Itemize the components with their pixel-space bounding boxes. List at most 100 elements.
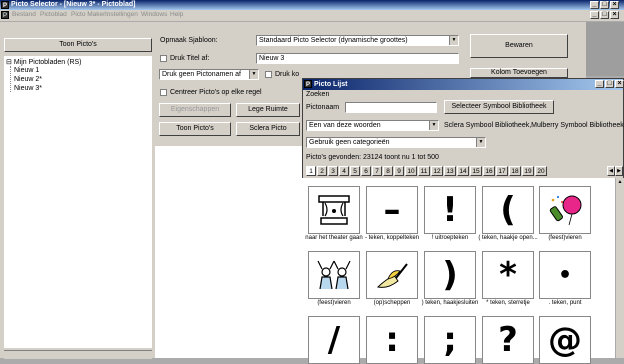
- category-value: Gebruik geen categorieën: [309, 139, 390, 146]
- tab-page-7[interactable]: 7: [372, 166, 382, 176]
- tab-page-2[interactable]: 2: [317, 166, 327, 176]
- menu-instellingen[interactable]: Instellingen: [105, 11, 138, 18]
- tab-page-16[interactable]: 16: [483, 166, 495, 176]
- template-select[interactable]: Standaard Picto Selector (dynamische gro…: [256, 35, 459, 46]
- picto-glyph: ?: [498, 320, 518, 360]
- title-input[interactable]: Nieuw 3: [256, 53, 459, 64]
- picto-image[interactable]: !: [424, 186, 476, 234]
- print-names-value: Druk geen Pictonamen af: [162, 71, 241, 78]
- empty-space-button[interactable]: Lege Ruimte: [236, 103, 300, 117]
- chevron-down-icon: ▼: [476, 138, 485, 147]
- minimize-button[interactable]: _: [590, 1, 599, 9]
- dialog-title-bar: P Picto Lijst _ □ ×: [303, 79, 624, 90]
- picto-caption: (op)scheppen: [373, 300, 411, 306]
- scroll-up-icon[interactable]: ▲: [617, 179, 623, 185]
- tab-page-3[interactable]: 3: [328, 166, 338, 176]
- category-select[interactable]: Gebruik geen categorieën ▼: [306, 137, 486, 148]
- picto-image[interactable]: [366, 251, 418, 299]
- print-more-checkbox[interactable]: [265, 71, 272, 78]
- tab-page-11[interactable]: 11: [418, 166, 430, 176]
- menu-help[interactable]: Help: [170, 11, 183, 18]
- picto-glyph: *: [499, 255, 517, 295]
- tab-page-20[interactable]: 20: [535, 166, 547, 176]
- picto-image[interactable]: ?: [482, 316, 534, 364]
- show-pictos-button-2[interactable]: Toon Picto's: [159, 122, 231, 136]
- picto-name-input[interactable]: [345, 102, 437, 113]
- tab-page-6[interactable]: 6: [361, 166, 371, 176]
- select-library-button[interactable]: Selecteer Symbool Bibliotheek: [444, 100, 554, 114]
- picto-image[interactable]: [308, 186, 360, 234]
- sclera-picto-button[interactable]: Sclera Picto: [236, 122, 300, 136]
- doc-close-button[interactable]: ×: [610, 11, 619, 19]
- dialog-maximize-button[interactable]: □: [605, 80, 614, 88]
- picto-glyph: ;: [443, 320, 457, 360]
- tree-root[interactable]: ⊟ Mijn Pictobladen (RS): [6, 58, 82, 66]
- picto-image[interactable]: [539, 186, 591, 234]
- found-count-text: Picto's gevonden: 23124 toont nu 1 tot 5…: [306, 154, 439, 161]
- template-label: Opmaak Sjabloon:: [160, 37, 218, 44]
- tree-item-nieuw-1[interactable]: Nieuw 1: [14, 67, 39, 74]
- tab-page-14[interactable]: 14: [457, 166, 469, 176]
- tab-page-8[interactable]: 8: [383, 166, 393, 176]
- print-names-select[interactable]: Druk geen Pictonamen af ▼: [159, 69, 259, 80]
- save-button[interactable]: Bewaren: [470, 34, 568, 58]
- theater-icon: [318, 195, 350, 225]
- picto-image[interactable]: (: [482, 186, 534, 234]
- picto-glyph: @: [548, 320, 582, 360]
- close-button[interactable]: ×: [610, 1, 619, 9]
- maximize-button[interactable]: □: [600, 1, 609, 9]
- tab-page-9[interactable]: 9: [394, 166, 404, 176]
- center-checkbox[interactable]: [160, 89, 167, 96]
- show-pictos-button[interactable]: Toon Picto's: [4, 38, 152, 52]
- tree-item-nieuw-2[interactable]: Nieuw 2*: [14, 76, 42, 83]
- tab-page-5[interactable]: 5: [350, 166, 360, 176]
- menu-picto-maker[interactable]: Picto Maker: [71, 11, 105, 18]
- menu-pictoblad[interactable]: Pictoblad: [40, 11, 67, 18]
- picto-image[interactable]: ): [424, 251, 476, 299]
- menu-windows[interactable]: Windows: [141, 11, 167, 18]
- tab-page-18[interactable]: 18: [509, 166, 521, 176]
- picto-image[interactable]: –: [366, 186, 418, 234]
- picto-image[interactable]: ;: [424, 316, 476, 364]
- app-title: Picto Selector - [Nieuw 3* - Pictoblad]: [11, 1, 136, 8]
- picto-glyph: –: [383, 190, 401, 230]
- tab-page-17[interactable]: 17: [496, 166, 508, 176]
- tree-item-nieuw-3[interactable]: Nieuw 3*: [14, 85, 42, 92]
- picto-image[interactable]: *: [482, 251, 534, 299]
- pictoblad-canvas[interactable]: [155, 146, 302, 358]
- menu-bestand[interactable]: Bestand: [12, 11, 36, 18]
- add-column-button[interactable]: Kolom Toevoegen: [470, 68, 568, 78]
- picto-caption: ! uitroepteken: [431, 235, 469, 241]
- print-title-checkbox[interactable]: [160, 55, 167, 62]
- title-value: Nieuw 3: [259, 55, 285, 62]
- doc-minimize-button[interactable]: _: [590, 11, 599, 19]
- tab-page-10[interactable]: 10: [405, 166, 417, 176]
- match-value: Een van deze woorden: [309, 122, 381, 129]
- dialog-minimize-button[interactable]: _: [595, 80, 604, 88]
- party-icon: [549, 195, 582, 226]
- properties-button[interactable]: Eigenschappen: [159, 103, 231, 117]
- picto-caption: . teken, punt: [548, 300, 582, 306]
- tab-page-19[interactable]: 19: [522, 166, 534, 176]
- tab-page-15[interactable]: 15: [470, 166, 482, 176]
- tab-page-12[interactable]: 12: [431, 166, 443, 176]
- picto-image[interactable]: @: [539, 316, 591, 364]
- picto-glyph: :: [385, 320, 399, 360]
- picto-image[interactable]: :: [366, 316, 418, 364]
- picto-glyph: •: [557, 262, 573, 288]
- picto-caption: ( teken, haakje open...: [478, 235, 538, 241]
- tab-page-1[interactable]: 1: [306, 166, 316, 176]
- dialog-close-button[interactable]: ×: [615, 80, 624, 88]
- tab-scroll-right-button[interactable]: ▶: [615, 166, 623, 176]
- picto-grid-scrollbar[interactable]: ▲: [615, 178, 624, 358]
- tab-page-13[interactable]: 13: [444, 166, 456, 176]
- tab-scroll-left-button[interactable]: ◀: [607, 166, 615, 176]
- picto-image[interactable]: /: [308, 316, 360, 364]
- app-title-bar: P Picto Selector - [Nieuw 3* - Pictoblad…: [0, 0, 624, 10]
- doc-maximize-button[interactable]: □: [600, 11, 609, 19]
- match-select[interactable]: Een van deze woorden ▼: [306, 120, 439, 131]
- tab-page-4[interactable]: 4: [339, 166, 349, 176]
- picto-image[interactable]: [308, 251, 360, 299]
- picto-image[interactable]: •: [539, 251, 591, 299]
- picto-caption: naar het theater gaan: [305, 235, 363, 241]
